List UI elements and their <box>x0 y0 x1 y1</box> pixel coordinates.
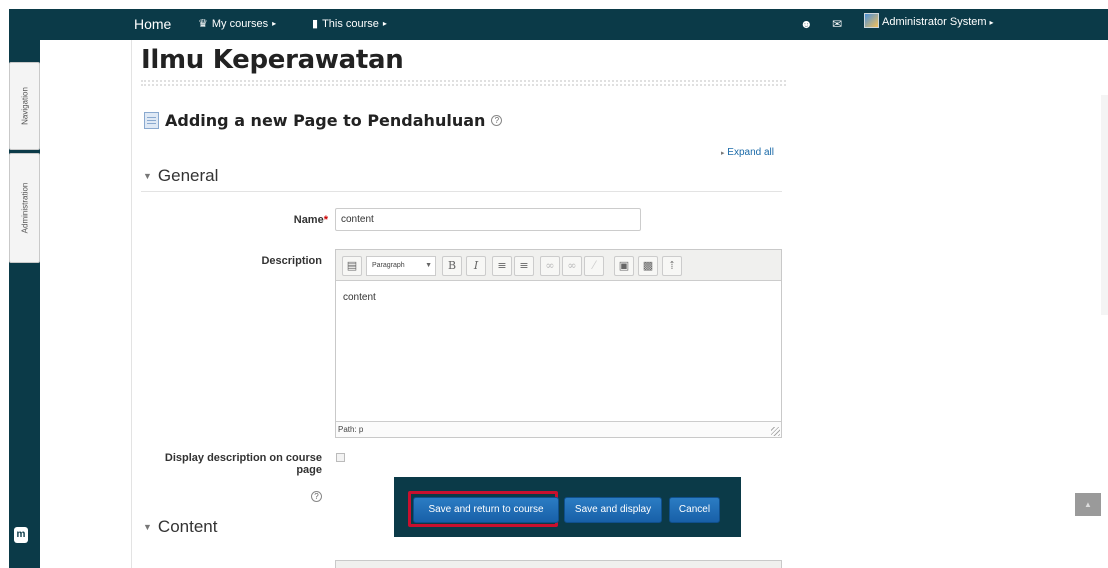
collapse-triangle-icon: ▼ <box>143 522 152 532</box>
caret-right-icon: ▸ <box>721 150 725 157</box>
form-heading-text: Adding a new Page to Pendahuluan <box>165 111 486 130</box>
name-label-text: Name <box>293 214 324 226</box>
paragraph-format-select[interactable]: Paragraph ▼ <box>366 256 436 276</box>
nav-this-course-label: This course <box>322 17 379 30</box>
mail-icon[interactable]: ✉ <box>832 17 842 31</box>
help-icon[interactable]: ? <box>491 115 503 126</box>
editor-content[interactable]: content <box>343 292 376 303</box>
file-upload-icon[interactable]: ⇡ <box>662 256 682 276</box>
display-description-checkbox[interactable] <box>336 453 345 462</box>
scroll-to-top-icon[interactable]: ▲ <box>1075 493 1101 516</box>
book-icon: ▮ <box>312 18 319 30</box>
user-menu-label: Administrator System <box>882 16 987 28</box>
collapse-triangle-icon: ▼ <box>143 171 152 181</box>
caret-right-icon: ▸ <box>272 19 277 28</box>
user-menu[interactable]: Administrator System ▸ <box>882 16 994 28</box>
description-label: Description <box>261 255 322 267</box>
display-description-label: Display description on course page <box>150 452 322 476</box>
section-general-label: General <box>157 166 219 185</box>
anchor-icon[interactable]: ⁄ <box>584 256 604 276</box>
messages-icon[interactable]: ☻ <box>800 17 813 31</box>
nav-my-courses[interactable]: ♛ My courses ▸ <box>198 17 277 31</box>
name-field[interactable] <box>335 208 641 231</box>
section-content-toggle[interactable]: ▼ Content <box>143 517 217 537</box>
page-icon <box>144 112 159 129</box>
editor-toolbar: ▤ Paragraph ▼ B I ≡ ≡ ∞ ∞ ⁄ ▣ ▩ ⇡ <box>336 250 781 281</box>
graduation-cap-icon: ♛ <box>198 18 208 30</box>
avatar[interactable] <box>864 13 879 28</box>
unordered-list-icon[interactable]: ≡ <box>492 256 512 276</box>
form-heading: Adding a new Page to Pendahuluan ? <box>144 111 503 130</box>
resize-handle-icon[interactable] <box>771 427 780 436</box>
nav-this-course[interactable]: ▮ This course ▸ <box>312 17 387 31</box>
save-and-return-button[interactable]: Save and return to course <box>413 497 559 523</box>
image-icon[interactable]: ▣ <box>614 256 634 276</box>
media-icon[interactable]: ▩ <box>638 256 658 276</box>
unlink-icon[interactable]: ∞ <box>562 256 582 276</box>
section-divider <box>141 191 782 192</box>
content-editor[interactable] <box>335 560 782 568</box>
cancel-button[interactable]: Cancel <box>669 497 720 523</box>
display-description-label-line1: Display description on course <box>164 452 322 464</box>
caret-right-icon: ▸ <box>989 17 994 27</box>
toggle-toolbar-icon[interactable]: ▤ <box>342 256 362 276</box>
header-separator <box>141 80 786 86</box>
bold-icon[interactable]: B <box>442 256 462 276</box>
name-label: Name* <box>240 214 328 226</box>
save-and-display-button[interactable]: Save and display <box>564 497 662 523</box>
dock-tab-navigation[interactable]: Navigation <box>9 62 40 150</box>
dock-tab-administration-label: Administration <box>20 182 29 234</box>
required-marker: * <box>323 214 328 226</box>
dock-tab-administration[interactable]: Administration <box>9 153 40 263</box>
nav-home-link[interactable]: Home <box>134 16 171 32</box>
italic-icon[interactable]: I <box>466 256 486 276</box>
ordered-list-icon[interactable]: ≡ <box>514 256 534 276</box>
description-editor[interactable]: ▤ Paragraph ▼ B I ≡ ≡ ∞ ∞ ⁄ ▣ ▩ ⇡ conten… <box>335 249 782 438</box>
section-content-label: Content <box>157 517 218 536</box>
right-edge <box>1101 95 1108 315</box>
section-general-toggle[interactable]: ▼ General <box>143 166 218 186</box>
caret-right-icon: ▸ <box>382 19 387 28</box>
expand-all-link[interactable]: ▸ Expand all <box>721 147 774 158</box>
help-icon[interactable]: ? <box>311 491 322 502</box>
nav-my-courses-label: My courses <box>211 17 269 30</box>
editor-path: Path: p <box>336 421 781 437</box>
expand-all-label: Expand all <box>727 147 774 158</box>
moodle-icon[interactable]: m <box>14 527 28 543</box>
link-icon[interactable]: ∞ <box>540 256 560 276</box>
dock-tab-navigation-label: Navigation <box>20 87 29 125</box>
paragraph-format-value: Paragraph <box>372 262 405 269</box>
region-divider <box>131 40 132 568</box>
page-title: Ilmu Keperawatan <box>141 45 404 75</box>
chevron-down-icon: ▼ <box>425 262 432 269</box>
display-description-label-line2: page <box>296 464 322 476</box>
